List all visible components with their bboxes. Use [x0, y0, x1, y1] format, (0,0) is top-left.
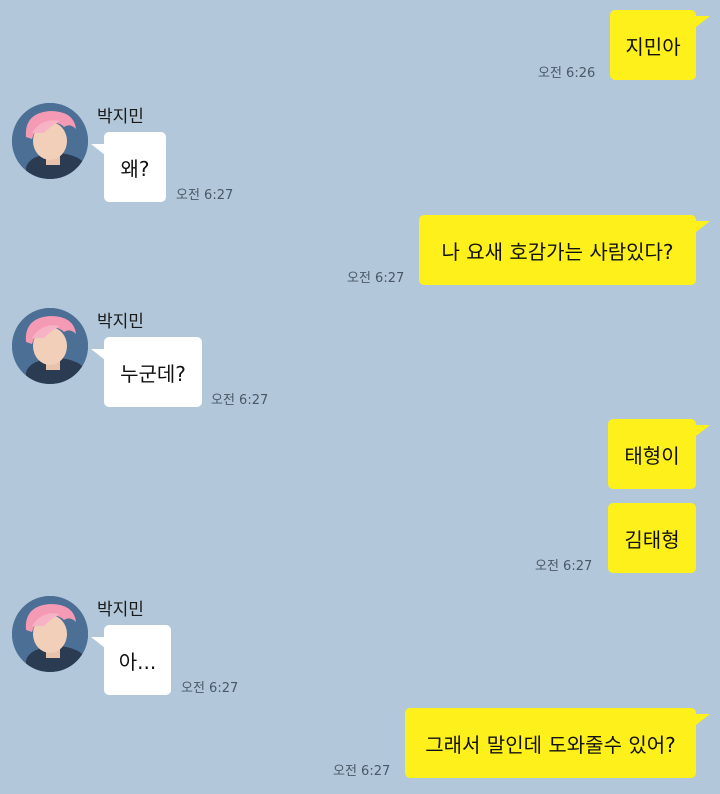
- message-time: 오전 6:27: [211, 393, 269, 408]
- my-message-bubble[interactable]: 그래서 말인데 도와줄수 있어?: [405, 708, 696, 778]
- message-time: 오전 6:27: [181, 681, 239, 696]
- message-text: 누군데?: [120, 361, 186, 386]
- avatar-photo-icon: [12, 103, 88, 179]
- message-text: 아...: [118, 649, 157, 674]
- chat-area[interactable]: 지민아 오전 6:26 박지민 왜? 오전 6:27 나 요새 호감가는 사람있…: [0, 0, 720, 794]
- contact-name: 박지민: [97, 107, 144, 127]
- message-time: 오전 6:27: [176, 188, 234, 203]
- bubble-tail: [696, 16, 710, 27]
- contact-avatar[interactable]: [12, 308, 88, 384]
- my-message-bubble[interactable]: 김태형: [608, 503, 696, 573]
- bubble-tail: [91, 637, 105, 648]
- my-message-bubble[interactable]: 태형이: [608, 419, 696, 489]
- message-text: 지민아: [625, 34, 681, 59]
- bubble-tail: [696, 221, 710, 232]
- bubble-tail: [91, 349, 105, 360]
- message-time: 오전 6:27: [347, 271, 405, 286]
- other-message-bubble[interactable]: 누군데?: [104, 337, 202, 407]
- message-time: 오전 6:27: [535, 559, 593, 574]
- my-message-bubble[interactable]: 지민아: [610, 10, 696, 80]
- contact-name: 박지민: [97, 600, 144, 620]
- message-time: 오전 6:27: [333, 764, 391, 779]
- bubble-tail: [696, 714, 710, 725]
- avatar-photo-icon: [12, 308, 88, 384]
- contact-avatar[interactable]: [12, 596, 88, 672]
- message-time: 오전 6:26: [538, 66, 596, 81]
- bubble-tail: [696, 425, 710, 436]
- my-message-bubble[interactable]: 나 요새 호감가는 사람있다?: [419, 215, 696, 285]
- contact-avatar[interactable]: [12, 103, 88, 179]
- message-text: 나 요새 호감가는 사람있다?: [441, 239, 674, 264]
- contact-name: 박지민: [97, 312, 144, 332]
- message-text: 태형이: [624, 443, 680, 468]
- message-text: 김태형: [624, 527, 680, 552]
- message-text: 그래서 말인데 도와줄수 있어?: [425, 732, 676, 757]
- message-text: 왜?: [120, 156, 150, 181]
- other-message-bubble[interactable]: 왜?: [104, 132, 166, 202]
- other-message-bubble[interactable]: 아...: [104, 625, 171, 695]
- avatar-photo-icon: [12, 596, 88, 672]
- bubble-tail: [91, 144, 105, 155]
